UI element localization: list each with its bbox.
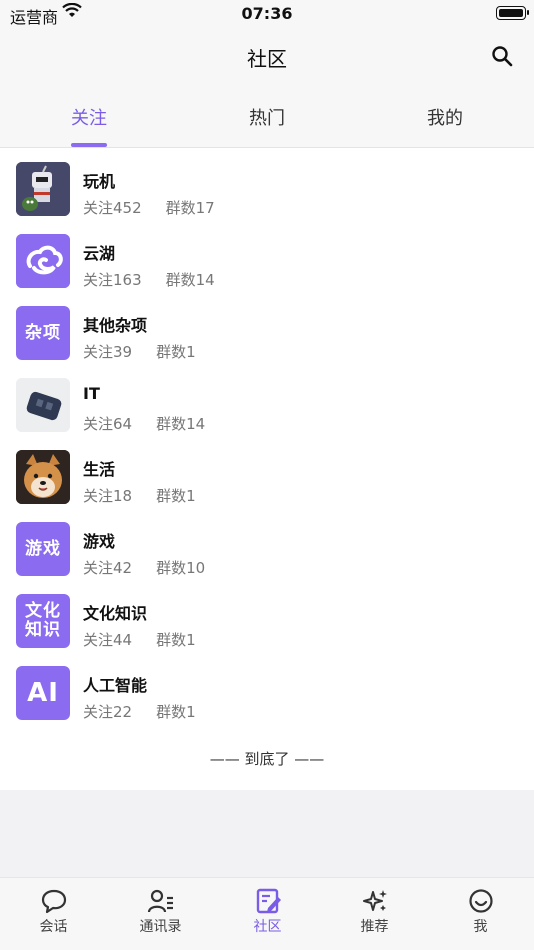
list-item[interactable]: 云湖 关注163 群数14	[0, 220, 534, 292]
games-avatar: 游戏	[16, 522, 70, 576]
cloud-logo-avatar	[16, 234, 70, 288]
groups-count: 群数1	[156, 487, 196, 505]
groups-count: 群数14	[156, 415, 206, 433]
avatar-text: 文化 知识	[25, 601, 61, 640]
shiba-dog-avatar	[16, 450, 70, 504]
chat-bubble-icon	[41, 889, 66, 914]
list-item[interactable]: 游戏 游戏 关注42 群数10	[0, 508, 534, 580]
community-name: 生活	[83, 460, 116, 479]
list-item[interactable]: 生活 关注18 群数1	[0, 436, 534, 508]
list-item[interactable]: 杂项 其他杂项 关注39 群数1	[0, 292, 534, 364]
tab-label: 推荐	[360, 919, 389, 935]
device-avatar	[16, 378, 70, 432]
followers-count: 关注22	[83, 703, 133, 721]
followers-count: 关注18	[83, 487, 133, 505]
community-tabs: 关注 热门 我的	[0, 84, 534, 148]
tab-label: 社区	[253, 919, 282, 935]
followers-count: 关注42	[83, 559, 133, 577]
tab-contacts[interactable]: 通讯录	[107, 888, 214, 936]
followers-count: 关注64	[83, 415, 133, 433]
community-list: 玩机 关注452 群数17 云湖 关注163 群数14 杂项 其他杂项 关注39 群数…	[0, 148, 534, 790]
active-tab-indicator	[71, 143, 107, 147]
community-name: 游戏	[83, 532, 116, 551]
contacts-icon	[147, 889, 173, 913]
list-item[interactable]: 文化 知识 文化知识 关注44 群数1	[0, 580, 534, 652]
groups-count: 群数1	[156, 631, 196, 649]
battery-icon	[496, 6, 529, 20]
nav-bar: 社区	[0, 28, 534, 84]
tab-label: 我	[473, 919, 488, 935]
community-name: 云湖	[83, 244, 116, 263]
followers-count: 关注39	[83, 343, 133, 361]
bottom-tab-bar: 会话 通讯录 社区 推荐 我	[0, 877, 534, 950]
page-title: 社区	[247, 47, 287, 71]
tab-me[interactable]: 我	[427, 888, 534, 936]
groups-count: 群数14	[165, 271, 215, 289]
culture-avatar: 文化 知识	[16, 594, 70, 648]
community-name: 文化知识	[83, 604, 148, 623]
tab-popular[interactable]: 热门	[178, 104, 356, 130]
robot-avatar	[16, 162, 70, 216]
list-item[interactable]: AI 人工智能 关注22 群数1	[0, 652, 534, 724]
community-name: 人工智能	[83, 676, 148, 695]
followers-count: 关注44	[83, 631, 133, 649]
list-item[interactable]: 玩机 关注452 群数17	[0, 148, 534, 220]
clock-time: 07:36	[241, 4, 293, 23]
avatar-text: 杂项	[25, 322, 61, 343]
groups-count: 群数1	[156, 343, 196, 361]
followers-count: 关注163	[83, 271, 142, 289]
groups-count: 群数1	[156, 703, 196, 721]
tab-recommend[interactable]: 推荐	[321, 888, 428, 936]
list-end-text: —— 到底了 ——	[209, 750, 325, 768]
tab-mine[interactable]: 我的	[356, 104, 534, 130]
tab-following[interactable]: 关注	[0, 104, 178, 130]
community-edit-icon	[256, 888, 281, 914]
sparkle-icon	[362, 890, 387, 911]
tab-label: 会话	[39, 919, 68, 935]
ai-avatar: AI	[16, 666, 70, 720]
community-name: IT	[83, 384, 100, 403]
tab-community[interactable]: 社区	[214, 888, 321, 936]
list-item[interactable]: IT 关注64 群数14	[0, 364, 534, 436]
avatar-text: 游戏	[25, 538, 61, 559]
avatar-text: AI	[27, 677, 59, 708]
groups-count: 群数10	[156, 559, 206, 577]
community-name: 其他杂项	[83, 316, 148, 335]
tab-label: 通讯录	[139, 919, 182, 935]
followers-count: 关注452	[83, 199, 142, 217]
community-name: 玩机	[83, 172, 116, 191]
tab-chats[interactable]: 会话	[0, 888, 107, 936]
search-icon[interactable]	[490, 44, 514, 68]
groups-count: 群数17	[165, 199, 215, 217]
misc-avatar: 杂项	[16, 306, 70, 360]
smiley-icon	[468, 889, 493, 913]
status-bar: 运营商 07:36	[0, 0, 534, 28]
